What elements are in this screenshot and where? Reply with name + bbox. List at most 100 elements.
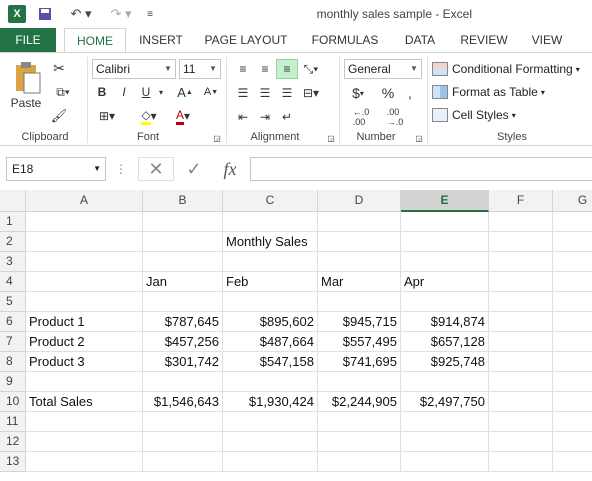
cell-b11[interactable] [143,412,223,432]
cell-e11[interactable] [401,412,489,432]
row-header-11[interactable]: 11 [0,412,26,432]
column-header-d[interactable]: D [318,190,401,212]
cell-a12[interactable] [26,432,143,452]
fill-color-icon[interactable]: ◇ ▾ [136,107,162,125]
cell-g1[interactable] [553,212,592,232]
cell-c4[interactable]: Feb [223,272,318,292]
cell-d7[interactable]: $557,495 [318,332,401,352]
cell-d9[interactable] [318,372,401,392]
row-header-3[interactable]: 3 [0,252,26,272]
formula-input[interactable] [250,157,592,181]
cell-b12[interactable] [143,432,223,452]
cell-f12[interactable] [489,432,553,452]
alignment-dialog-launcher-icon[interactable]: ◲ [326,133,336,143]
cell-a11[interactable] [26,412,143,432]
align-right-icon[interactable]: ☰ [276,83,298,103]
cell-f4[interactable] [489,272,553,292]
cell-e4[interactable]: Apr [401,272,489,292]
cell-g8[interactable] [553,352,592,372]
copy-icon[interactable]: ⧉▾ [50,83,76,101]
cell-d4[interactable]: Mar [318,272,401,292]
cell-e3[interactable] [401,252,489,272]
cell-e5[interactable] [401,292,489,312]
cell-c1[interactable] [223,212,318,232]
align-bottom-icon[interactable]: ≡ [276,59,298,79]
column-header-g[interactable]: G [553,190,592,212]
cell-f1[interactable] [489,212,553,232]
cell-c6[interactable]: $895,602 [223,312,318,332]
cell-a3[interactable] [26,252,143,272]
cell-e10[interactable]: $2,497,750 [401,392,489,412]
cancel-entry-icon[interactable]: ✕ [138,157,174,181]
cell-d2[interactable] [318,232,401,252]
row-header-9[interactable]: 9 [0,372,26,392]
column-header-b[interactable]: B [143,190,223,212]
cell-a9[interactable] [26,372,143,392]
cell-a5[interactable] [26,292,143,312]
row-header-5[interactable]: 5 [0,292,26,312]
font-dialog-launcher-icon[interactable]: ◲ [212,133,222,143]
cell-g5[interactable] [553,292,592,312]
column-header-e[interactable]: E [401,190,489,212]
cell-e8[interactable]: $925,748 [401,352,489,372]
format-as-table-button[interactable]: Format as Table ▾ [432,82,545,102]
align-center-icon[interactable]: ☰ [254,83,276,103]
cell-f11[interactable] [489,412,553,432]
cell-d3[interactable] [318,252,401,272]
cell-d8[interactable]: $741,695 [318,352,401,372]
cell-b8[interactable]: $301,742 [143,352,223,372]
cell-a10[interactable]: Total Sales [26,392,143,412]
tab-insert[interactable]: INSERT [136,28,186,52]
format-painter-icon[interactable]: 🖌 [50,107,68,125]
confirm-entry-icon[interactable]: ✓ [178,157,210,181]
bold-button[interactable]: B [94,83,110,101]
row-header-7[interactable]: 7 [0,332,26,352]
cell-a2[interactable] [26,232,143,252]
tab-page-layout[interactable]: PAGE LAYOUT [200,28,292,52]
currency-format-button[interactable]: $ ▾ [346,83,370,103]
cell-g3[interactable] [553,252,592,272]
orientation-icon[interactable]: ⤡▾ [300,59,322,79]
italic-button[interactable]: I [116,83,132,101]
cell-f13[interactable] [489,452,553,472]
row-header-4[interactable]: 4 [0,272,26,292]
tab-view[interactable]: VIEW [524,28,570,52]
cell-c2[interactable]: Monthly Sales [223,232,318,252]
cell-c10[interactable]: $1,930,424 [223,392,318,412]
wrap-text-icon[interactable]: ↵ [276,107,298,127]
cell-d11[interactable] [318,412,401,432]
cell-a8[interactable]: Product 3 [26,352,143,372]
cell-f8[interactable] [489,352,553,372]
cell-b1[interactable] [143,212,223,232]
merge-center-icon[interactable]: ⊟▾ [300,83,322,103]
row-header-10[interactable]: 10 [0,392,26,412]
cell-a7[interactable]: Product 2 [26,332,143,352]
number-dialog-launcher-icon[interactable]: ◲ [414,133,424,143]
cell-d10[interactable]: $2,244,905 [318,392,401,412]
insert-function-button[interactable]: fx [214,157,246,181]
tab-formulas[interactable]: FORMULAS [306,28,384,52]
number-format-select[interactable]: General ▼ [344,59,422,79]
underline-dropdown-icon[interactable]: ▾ [156,83,166,101]
percent-style-button[interactable]: % [378,83,398,103]
cell-c7[interactable]: $487,664 [223,332,318,352]
borders-icon[interactable]: ⊞▾ [94,107,120,125]
align-top-icon[interactable]: ≡ [232,59,254,79]
row-header-12[interactable]: 12 [0,432,26,452]
underline-button[interactable]: U [138,83,154,101]
cell-g9[interactable] [553,372,592,392]
cell-b6[interactable]: $787,645 [143,312,223,332]
cell-f6[interactable] [489,312,553,332]
increase-decimal-icon[interactable]: ←.0.00 [346,107,376,127]
tab-data[interactable]: DATA [396,28,444,52]
tab-file[interactable]: FILE [0,28,56,52]
cell-g7[interactable] [553,332,592,352]
cell-e1[interactable] [401,212,489,232]
row-header-1[interactable]: 1 [0,212,26,232]
paste-icon[interactable] [8,59,46,97]
cell-g13[interactable] [553,452,592,472]
font-size-select[interactable]: 11 ▼ [179,59,221,79]
cell-g12[interactable] [553,432,592,452]
cell-d6[interactable]: $945,715 [318,312,401,332]
cell-c11[interactable] [223,412,318,432]
